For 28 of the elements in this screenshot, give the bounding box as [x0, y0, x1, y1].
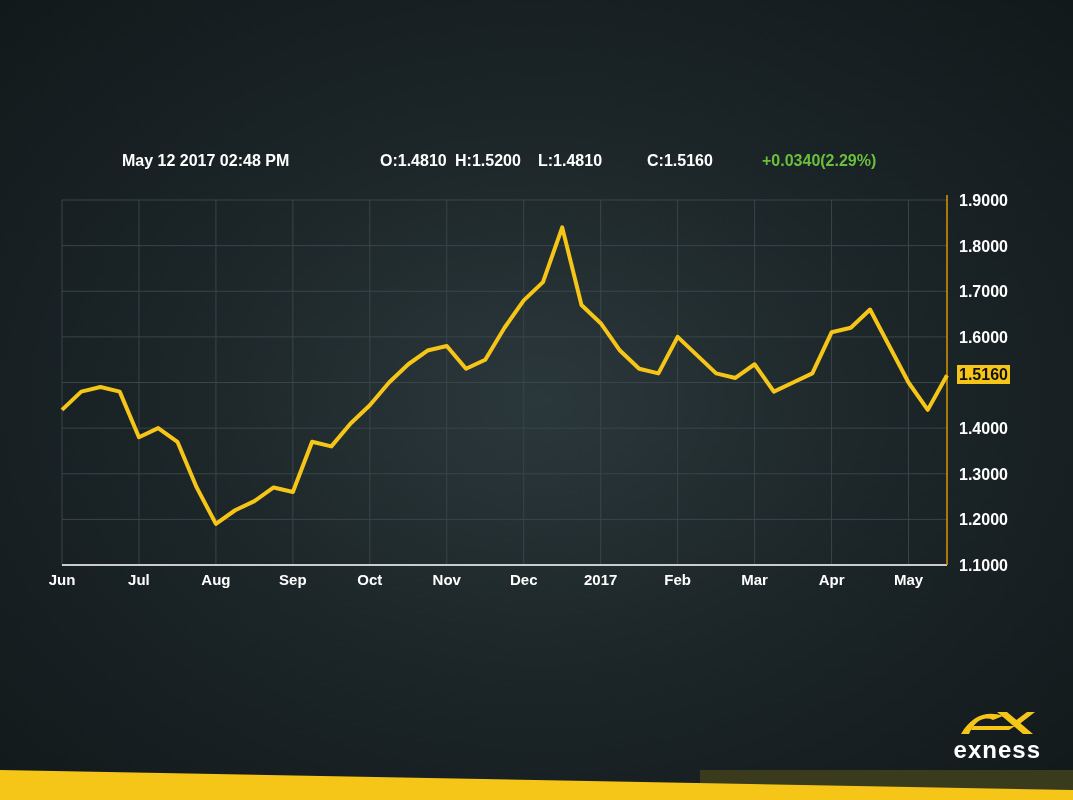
- date-time: May 12 2017 02:48 PM: [122, 151, 291, 171]
- x-axis-label: Feb: [664, 571, 691, 588]
- y-axis-label: 1.9000: [959, 192, 1008, 209]
- x-axis-label: Sep: [279, 571, 307, 588]
- y-axis-label: 1.3000: [959, 465, 1008, 483]
- logo-wordmark: exness: [953, 736, 1041, 764]
- price-change: +0.0340(2.29%): [762, 151, 877, 171]
- x-axis-label: Nov: [432, 571, 461, 588]
- x-axis-label: Oct: [357, 571, 383, 588]
- x-axis-label: Jun: [48, 571, 76, 588]
- x-axis-label: Jul: [128, 571, 150, 588]
- x-axis-label: Apr: [818, 571, 845, 588]
- ohlc-value: L:1.4810: [538, 151, 604, 171]
- y-axis-label: 1.2000: [959, 511, 1008, 529]
- ohlc-value: O:1.4810: [380, 151, 448, 171]
- y-axis-label: 1.4000: [959, 420, 1008, 438]
- y-axis-label: 1.6000: [959, 328, 1008, 346]
- y-axis-label: 1.8000: [959, 237, 1008, 255]
- y-axis-label: 1.1000: [959, 557, 1008, 574]
- current-price-marker: 1.5160: [957, 365, 1010, 385]
- ohlc-value: H:1.5200: [455, 151, 522, 171]
- y-axis-label: 1.7000: [959, 283, 1008, 301]
- x-axis-label: Dec: [509, 571, 538, 588]
- ohlc-value: C:1.5160: [647, 151, 714, 171]
- x-axis-label: May: [893, 571, 924, 588]
- x-axis-label: 2017: [584, 571, 618, 588]
- x-axis-label: Aug: [201, 571, 231, 588]
- x-axis-label: Mar: [741, 571, 768, 588]
